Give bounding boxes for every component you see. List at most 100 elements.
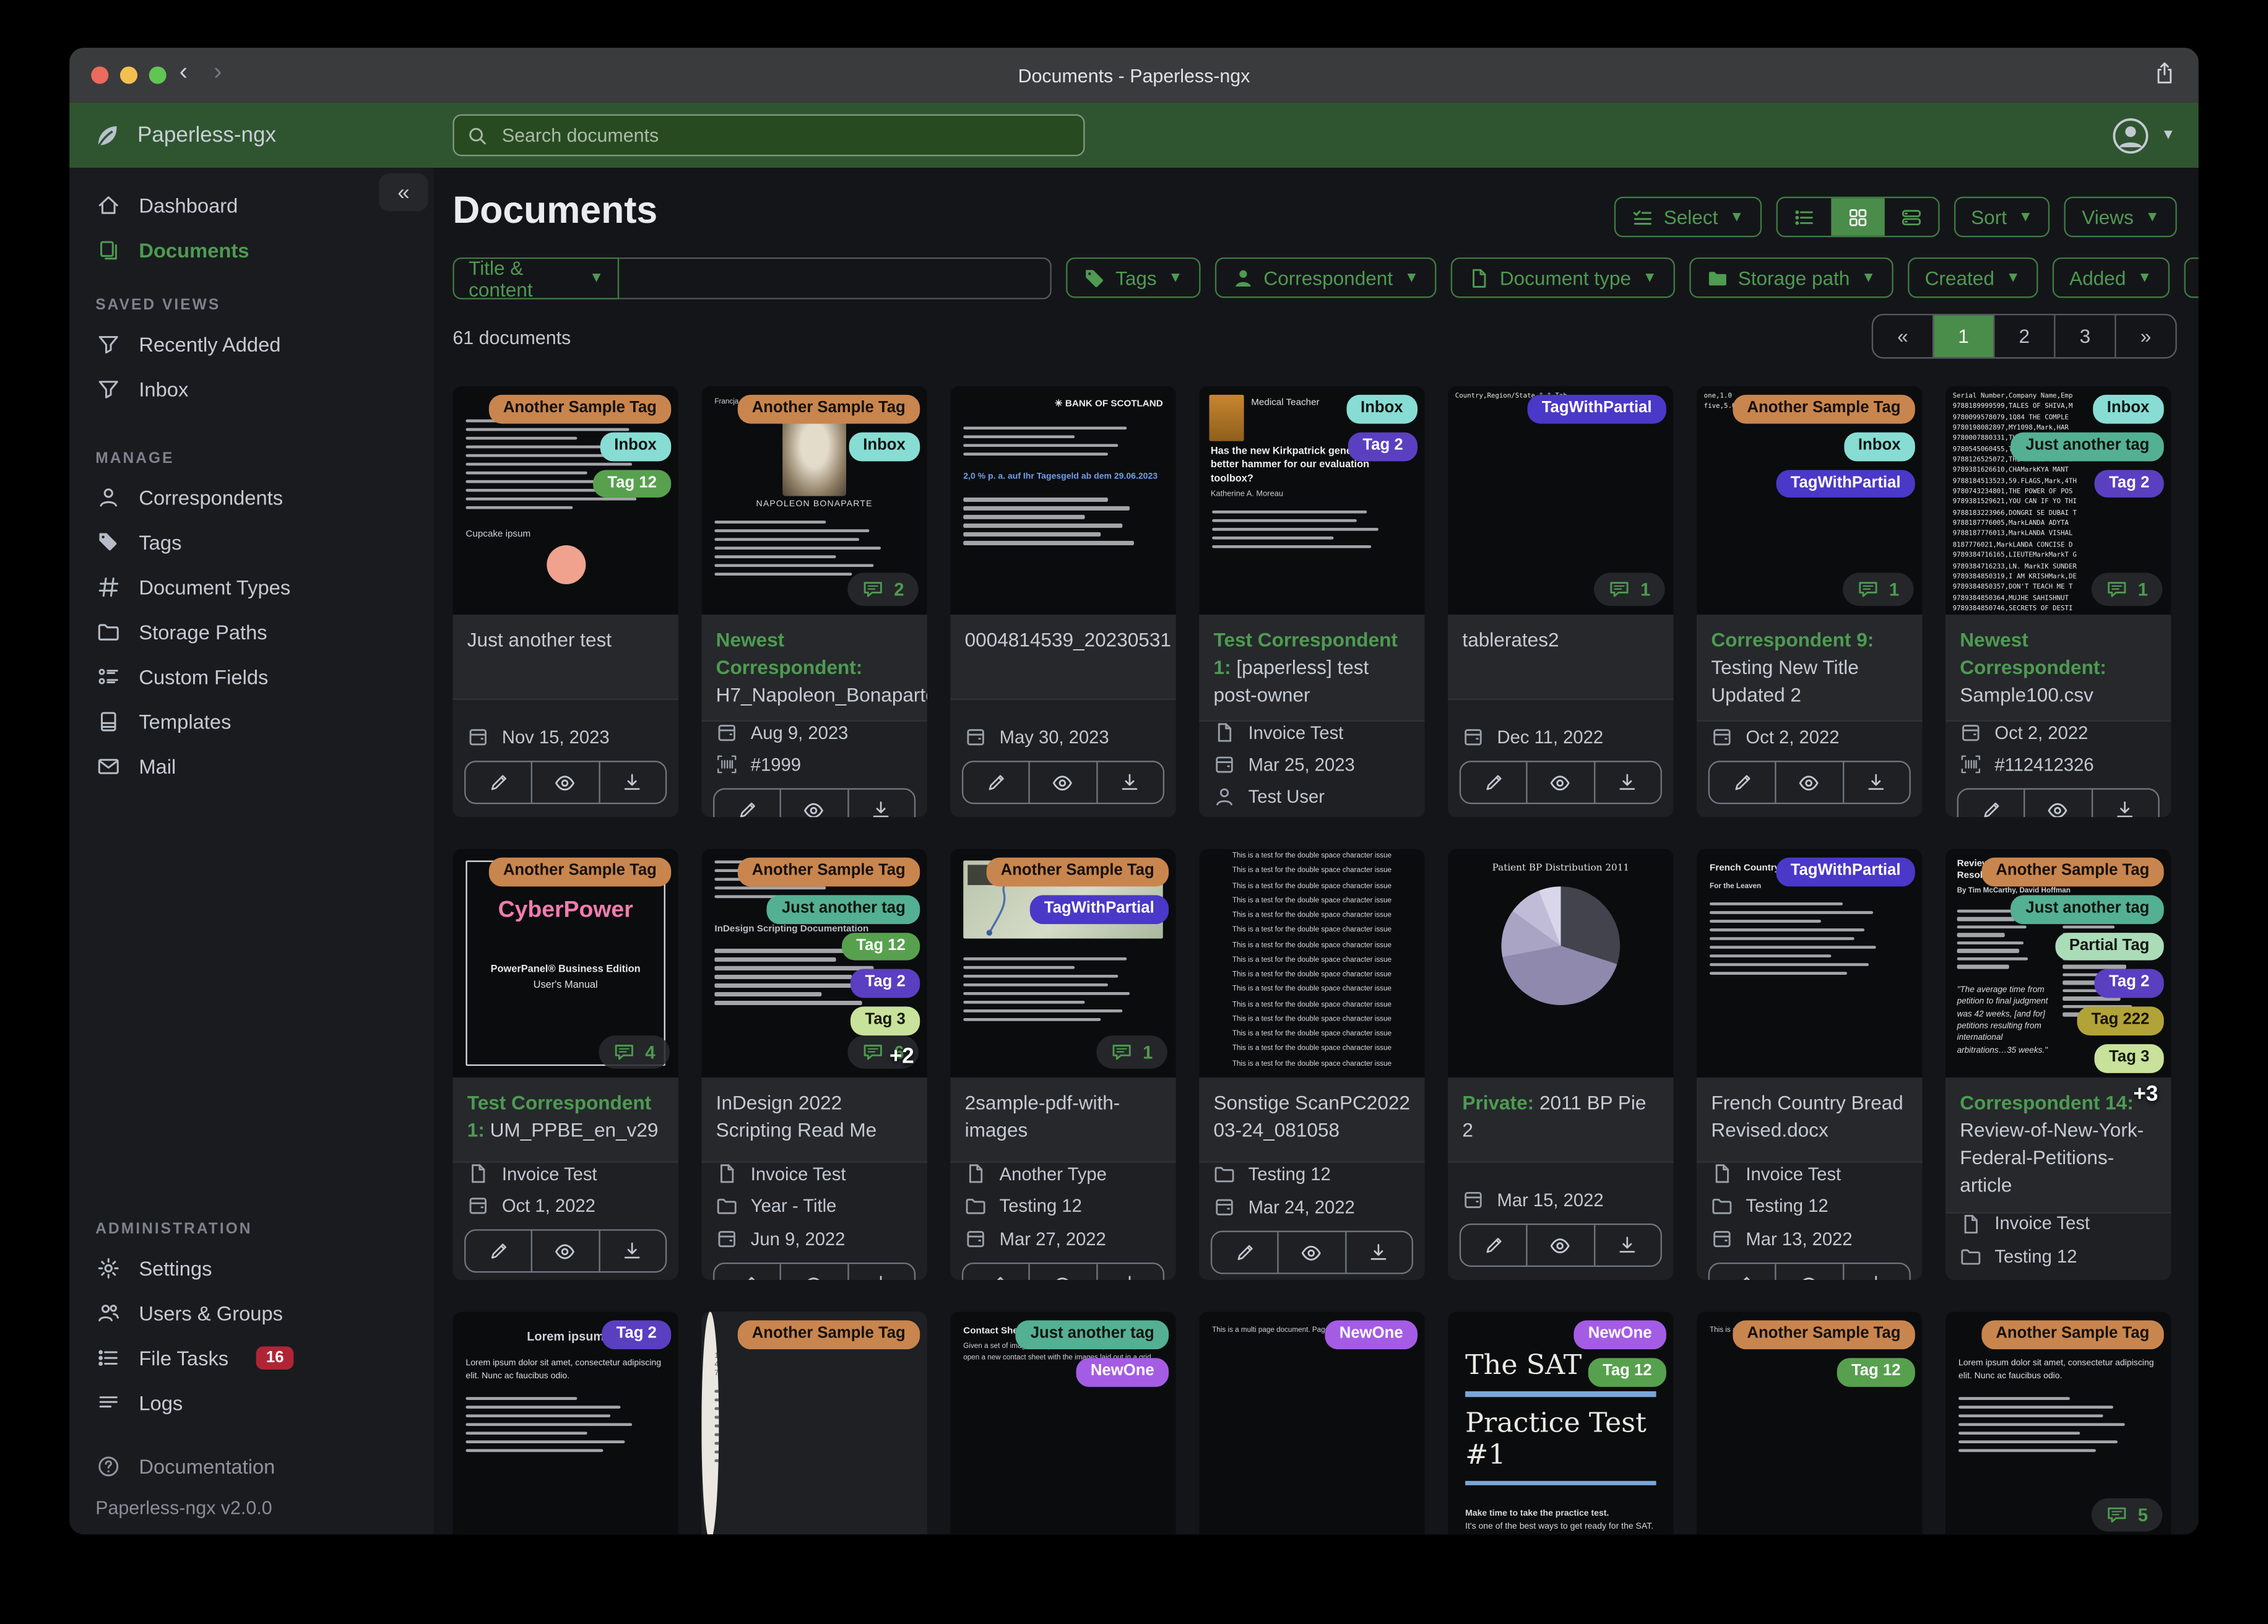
pagination-next[interactable]: » [2116,315,2176,357]
notes-badge[interactable]: 1 [2092,572,2163,607]
card-title-strip[interactable]: Newest Correspondent: Sample100.csv [1945,615,2171,723]
notes-badge[interactable]: 2 [847,572,919,607]
download-document-button[interactable] [2092,790,2158,818]
card-title-strip[interactable]: Sonstige ScanPC2022 03-24_081058 [1199,1077,1425,1163]
card-title-strip[interactable]: 0004814539_20230531 [950,615,1176,700]
tag-badge[interactable]: Another Sample Tag [1733,394,1915,424]
download-document-button[interactable] [1844,1264,1910,1281]
edit-document-button[interactable] [465,1230,533,1271]
tag-badge[interactable]: Another Sample Tag [1981,1320,2164,1349]
tag-badge[interactable]: Just another tag [1016,1320,1169,1349]
document-card[interactable]: Test Name123-456-7890 Another Sample Tag [701,1311,927,1535]
sidebar-item-tags[interactable]: Tags [69,519,434,564]
document-card[interactable]: This is a multi page document. Page 1. N… [1199,1311,1425,1535]
document-card[interactable]: This is a test Another Sample Tag Tag 12 [1696,1311,1923,1535]
document-thumbnail[interactable]: ✳ BANK OF SCOTLAND 2,0 % p. a. auf Ihr Ta… [950,386,1176,615]
tag-badge[interactable]: Partial Tag [2054,932,2164,961]
tag-badge[interactable]: Another Sample Tag [986,857,1169,886]
tag-badge[interactable]: TagWithPartial [1776,469,1915,498]
app-brand[interactable]: Paperless-ngx [93,121,276,150]
pagination-page-3[interactable]: 3 [2055,315,2116,358]
download-document-button[interactable] [1595,762,1661,802]
download-document-button[interactable] [849,1264,914,1281]
tag-badge[interactable]: Tag 222 [2077,1006,2164,1035]
view-mode-detailview[interactable] [1884,198,1937,236]
filter-document-type-button[interactable]: Document type ▼ [1450,257,1674,298]
views-button[interactable]: Views ▼ [2064,196,2177,238]
filter-added-button[interactable]: Added ▼ [2052,257,2170,298]
sidebar-collapse-button[interactable]: « [379,173,428,212]
sidebar-item-mail[interactable]: Mail [69,743,434,788]
filter-tags-button[interactable]: Tags ▼ [1066,257,1200,298]
pagination-page-1[interactable]: 1 [1934,315,1995,358]
tag-badge[interactable]: Tag 12 [1588,1357,1666,1386]
tag-badge[interactable]: NewOne [1325,1320,1418,1349]
download-document-button[interactable] [1844,762,1910,802]
edit-document-button[interactable] [1710,1264,1777,1281]
search-input[interactable] [499,123,1071,148]
preview-document-button[interactable] [782,1264,849,1281]
tag-badge[interactable]: Tag 3 [2094,1043,2164,1073]
card-title-strip[interactable]: Test Correspondent 1: [paperless] test p… [1199,615,1425,723]
edit-document-button[interactable] [963,1264,1031,1281]
document-card[interactable]: Adobe Acrobat PDF FilesCupcake ipsum Ano… [452,386,678,818]
edit-document-button[interactable] [1461,762,1528,803]
sidebar-item-documentation[interactable]: Documentation [69,1443,434,1488]
sidebar-item-settings[interactable]: Settings [69,1245,434,1290]
tag-badge[interactable]: Tag 2 [2094,969,2164,998]
tag-badge[interactable]: Inbox [1843,432,1915,461]
tag-badge[interactable]: Just another tag [2011,432,2164,461]
download-document-button[interactable] [1097,762,1163,802]
filter-correspondent-button[interactable]: Correspondent ▼ [1214,257,1437,298]
document-card[interactable]: Contact Sheet DemoGiven a set of image f… [950,1311,1176,1535]
sidebar-item-logs[interactable]: Logs [69,1380,434,1424]
edit-document-button[interactable] [1959,790,2026,818]
notes-badge[interactable]: 1 [1594,572,1665,607]
tag-badge[interactable]: TagWithPartial [1029,894,1169,924]
sidebar-item-templates[interactable]: Templates [69,699,434,743]
tag-badge[interactable]: NewOne [1573,1320,1666,1349]
tag-badge[interactable]: Another Sample Tag [488,857,672,886]
notes-badge[interactable]: 5 [2092,1498,2163,1532]
preview-document-button[interactable] [1777,1264,1844,1281]
pagination-page-2[interactable]: 2 [1994,315,2056,358]
card-title-strip[interactable]: 2sample-pdf-with-images [950,1077,1176,1163]
download-document-button[interactable] [600,762,665,802]
tag-badge[interactable]: Inbox [848,432,920,461]
sidebar-item-users-groups[interactable]: Users & Groups [69,1290,434,1334]
document-thumbnail[interactable]: Patient BP Distribution 2011 [1448,849,1674,1078]
preview-document-button[interactable] [533,762,600,803]
pagination-prev[interactable]: « [1873,315,1934,358]
edit-document-button[interactable] [465,762,533,803]
edit-document-button[interactable] [714,790,782,818]
sidebar-item-file-tasks[interactable]: File Tasks 16 [69,1335,434,1380]
sidebar-item-recently-added[interactable]: Recently Added [69,321,434,366]
notes-badge[interactable]: 4 [599,1035,670,1069]
document-card[interactable]: one,1.0 five,5.0 1 Another Sample Tag Inbo… [1696,386,1923,818]
sidebar-item-correspondents[interactable]: Correspondents [69,474,434,519]
edit-document-button[interactable] [1710,762,1777,803]
share-icon[interactable] [2153,61,2175,92]
document-card[interactable]: ✳ BANK OF SCOTLAND 2,0 % p. a. auf Ihr Ta… [950,386,1176,818]
document-card[interactable]: Review of Arbitral Awards shows swift Re… [1945,849,2171,1281]
document-thumbnail[interactable]: This is a test for the double space char… [1199,849,1425,1078]
preview-document-button[interactable] [1031,762,1097,803]
card-title-strip[interactable]: Correspondent 9: Testing New Title Updat… [1696,615,1923,723]
card-title-strip[interactable]: Newest Correspondent: H7_Napoleon_Bonapa… [701,615,927,723]
tag-badge[interactable]: Tag 12 [1837,1357,1915,1386]
download-document-button[interactable] [1097,1264,1163,1281]
notes-badge[interactable]: 1 [1096,1035,1167,1069]
download-document-button[interactable] [600,1231,665,1271]
card-title-strip[interactable]: tablerates2 [1448,615,1674,700]
tag-badge[interactable]: TagWithPartial [1527,394,1666,424]
document-card[interactable]: Patient BP Distribution 2011 Private: 20… [1448,849,1674,1281]
preview-document-button[interactable] [533,1230,600,1271]
preview-document-button[interactable] [782,790,849,818]
filter-permissions-button[interactable]: Permissions▼ [2183,257,2199,298]
tag-badge[interactable]: Tag 2 [602,1320,672,1349]
tag-badge[interactable]: Just another tag [767,894,920,924]
preview-document-button[interactable] [1031,1264,1097,1281]
title-content-filter[interactable]: Title & content ▼ [452,257,1052,300]
edit-document-button[interactable] [1212,1232,1279,1273]
global-search[interactable] [452,114,1085,157]
